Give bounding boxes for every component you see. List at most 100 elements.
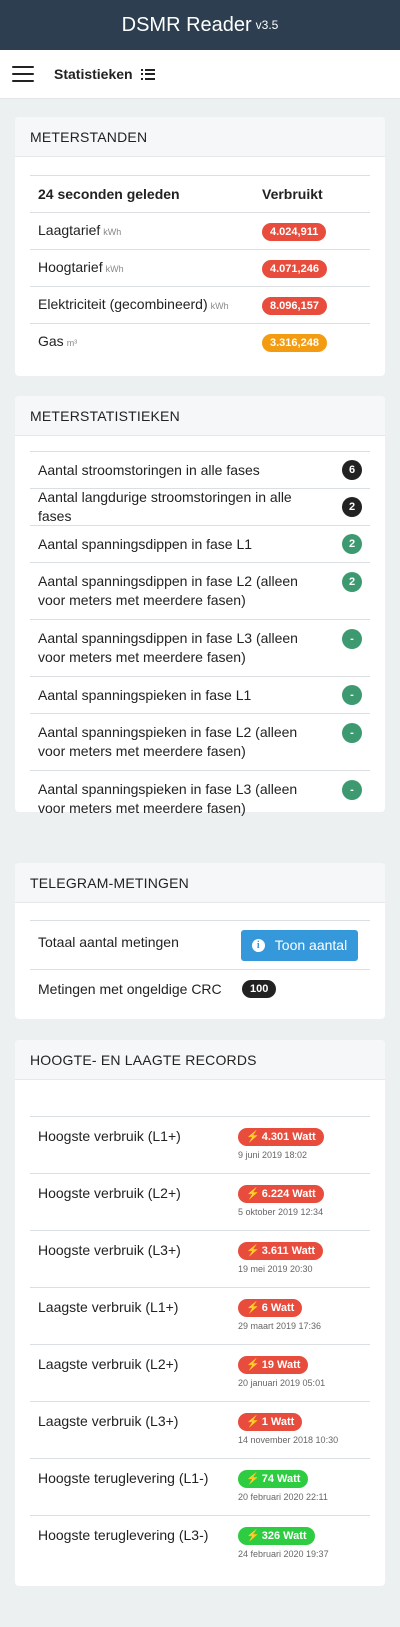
telegram-title: TELEGRAM-METINGEN <box>15 863 385 903</box>
record-label: Laagste verbruik (L3+) <box>38 1413 179 1429</box>
record-badge: ⚡ 6.224 Watt <box>238 1185 324 1203</box>
crc-badge: 100 <box>242 979 277 998</box>
meter-label-text: Elektriciteit (gecombineerd) <box>38 295 208 312</box>
table-row: Hoogste verbruik (L2+) ⚡ 6.224 Watt 5 oktob… <box>30 1173 370 1230</box>
record-value: 1 Watt <box>261 1416 295 1428</box>
meterstatistieken-table: Aantal stroomstoringen in alle fases 6 Aan… <box>30 451 370 827</box>
record-value-cell: ⚡ 4.301 Watt 9 juni 2019 18:02 <box>238 1117 362 1160</box>
stat-badge: 2 <box>342 497 362 517</box>
record-badge: ⚡ 74 Watt <box>238 1470 309 1488</box>
record-value-cell: ⚡ 1 Watt 14 november 2018 10:30 <box>238 1402 362 1445</box>
stat-badge: - <box>342 723 362 743</box>
record-date: 20 februari 2020 22:11 <box>238 1492 328 1502</box>
stat-badge: 6 <box>342 460 362 480</box>
record-date: 29 maart 2019 17:36 <box>238 1321 322 1331</box>
stat-badge: 2 <box>342 534 362 554</box>
table-row: Hoogste teruglevering (L1-) ⚡ 74 Watt 20 fe… <box>30 1458 370 1515</box>
meter-label: Gas m³ <box>38 332 262 353</box>
record-value: 19 Watt <box>261 1359 301 1371</box>
record-badge: ⚡ 3.611 Watt <box>238 1242 324 1260</box>
record-value-cell: ⚡ 326 Watt 24 februari 2020 19:37 <box>238 1516 362 1559</box>
table-row: Aantal spanningspieken in fase L2 (allee… <box>30 713 370 770</box>
telegram-table: Totaal aantal metingen i Toon aantal Met… <box>30 920 370 1007</box>
column-time: 24 seconden geleden <box>38 185 180 202</box>
value-cell: 4.071,246 <box>262 259 362 278</box>
stat-label: Aantal langdurige stroomstoringen in all… <box>38 489 292 524</box>
value-badge: 3.316,248 <box>262 333 327 352</box>
record-label: Laagste verbruik (L2+) <box>38 1356 179 1372</box>
lightning-icon: ⚡ <box>246 1359 260 1371</box>
table-row: Elektriciteit (gecombineerd) kWh 8.096,157 <box>30 286 370 323</box>
value-cell: 3.316,248 <box>262 333 362 352</box>
value-badge: 4.071,246 <box>262 259 327 278</box>
unit-label: kWh <box>105 263 124 274</box>
lightning-icon: ⚡ <box>246 1473 260 1485</box>
record-badge: ⚡ 4.301 Watt <box>238 1128 324 1146</box>
meter-label: Hoogtarief kWh <box>38 258 262 279</box>
record-value: 326 Watt <box>261 1530 307 1542</box>
crc-label: Metingen met ongeldige CRC <box>38 980 222 997</box>
stat-label: Aantal spanningspieken in fase L1 <box>38 686 252 703</box>
stat-label: Aantal stroomstoringen in alle fases <box>38 461 260 478</box>
meter-label-text: Gas <box>38 332 64 349</box>
show-count-label: Toon aantal <box>274 937 348 953</box>
stat-badge: - <box>342 629 362 649</box>
meter-label: Elektriciteit (gecombineerd) kWh <box>38 295 262 316</box>
table-row: Laagste verbruik (L3+) ⚡ 1 Watt 14 november… <box>30 1401 370 1458</box>
stat-label: Aantal spanningsdippen in fase L2 (allee… <box>38 573 298 608</box>
record-value: 6.224 Watt <box>261 1188 316 1200</box>
record-value-cell: ⚡ 74 Watt 20 februari 2020 22:11 <box>238 1459 362 1502</box>
app-version: v3.5 <box>255 18 279 32</box>
meter-label-text: Laagtarief <box>38 221 101 238</box>
lightning-icon: ⚡ <box>246 1302 260 1314</box>
table-row: Aantal langdurige stroomstoringen in all… <box>30 488 370 525</box>
records-table: Hoogste verbruik (L1+) ⚡ 4.301 Watt 9 juni … <box>30 1116 370 1572</box>
total-metingen-label: Totaal aantal metingen <box>38 934 179 950</box>
table-row: Laagste verbruik (L1+) ⚡ 6 Watt 29 maart 20… <box>30 1287 370 1344</box>
records-panel: HOOGTE- EN LAAGTE RECORDS Hoogste verbru… <box>15 1040 385 1586</box>
table-row: Aantal spanningspieken in fase L3 (allee… <box>30 770 370 827</box>
record-badge: ⚡ 326 Watt <box>238 1527 315 1545</box>
stat-label: Aantal spanningspieken in fase L3 (allee… <box>38 781 298 816</box>
show-count-button[interactable]: i Toon aantal <box>241 929 358 961</box>
meterstatistieken-title: METERSTATISTIEKEN <box>15 396 385 436</box>
table-row: Hoogste teruglevering (L3-) ⚡ 326 Watt 24 f… <box>30 1515 370 1572</box>
record-value: 74 Watt <box>261 1473 301 1485</box>
value-badge: 8.096,157 <box>262 296 327 315</box>
table-row: Hoogste verbruik (L1+) ⚡ 4.301 Watt 9 juni … <box>30 1116 370 1173</box>
value-badge: 4.024,911 <box>262 222 327 241</box>
record-label: Hoogste verbruik (L1+) <box>38 1128 181 1144</box>
records-title: HOOGTE- EN LAAGTE RECORDS <box>15 1040 385 1080</box>
unit-label: kWh <box>103 226 122 237</box>
record-label: Laagste verbruik (L1+) <box>38 1299 179 1315</box>
record-badge: ⚡ 6 Watt <box>238 1299 303 1317</box>
hamburger-icon[interactable] <box>12 66 34 82</box>
table-row: Aantal stroomstoringen in alle fases 6 <box>30 451 370 488</box>
unit-label: m³ <box>66 337 78 348</box>
record-value-cell: ⚡ 6.224 Watt 5 oktober 2019 12:34 <box>238 1174 362 1217</box>
app-name[interactable]: DSMR Reader <box>122 14 252 37</box>
meterstatistieken-panel: METERSTATISTIEKEN Aantal stroomstoringen… <box>15 396 385 816</box>
telegram-panel: TELEGRAM-METINGEN Totaal aantal metingen… <box>15 863 385 1019</box>
stat-badge: 2 <box>342 572 362 592</box>
record-value-cell: ⚡ 6 Watt 29 maart 2019 17:36 <box>238 1288 362 1331</box>
table-row: Laagtarief kWh 4.024,911 <box>30 212 370 249</box>
record-value: 4.301 Watt <box>261 1131 316 1143</box>
table-row: Aantal spanningsdippen in fase L2 (allee… <box>30 562 370 619</box>
stat-badge: - <box>342 685 362 705</box>
meter-label: Laagtarief kWh <box>38 221 262 242</box>
top-navbar: DSMR Reader v3.5 <box>0 0 400 50</box>
meter-label-text: Hoogtarief <box>38 258 103 275</box>
record-value: 3.611 Watt <box>261 1245 316 1257</box>
table-row: Hoogtarief kWh 4.071,246 <box>30 249 370 286</box>
table-row: Aantal spanningsdippen in fase L1 2 <box>30 525 370 562</box>
lightning-icon: ⚡ <box>246 1188 260 1200</box>
list-icon <box>141 69 155 80</box>
info-icon: i <box>251 938 265 952</box>
record-value-cell: ⚡ 19 Watt 20 januari 2019 05:01 <box>238 1345 362 1388</box>
table-row: Gas m³ 3.316,248 <box>30 323 370 360</box>
table-row: Aantal spanningspieken in fase L1 - <box>30 676 370 713</box>
sub-navbar: Statistieken <box>0 50 400 99</box>
table-row: Metingen met ongeldige CRC 100 <box>30 969 370 1007</box>
record-date: 20 januari 2019 05:01 <box>238 1378 326 1388</box>
